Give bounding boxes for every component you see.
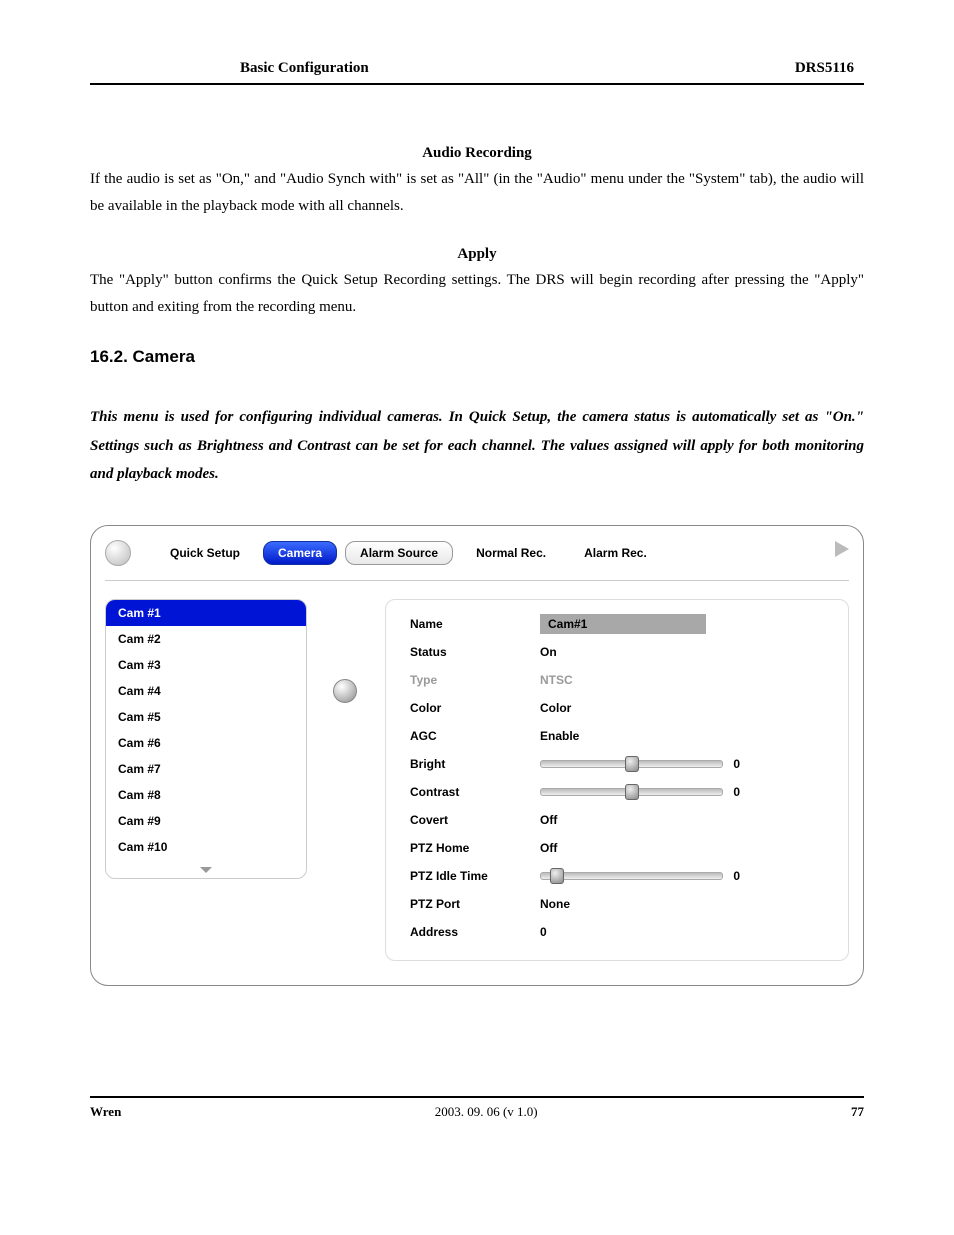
camera-list-scroll-down[interactable] xyxy=(106,860,306,878)
heading-apply: Apply xyxy=(90,246,864,263)
agc-value[interactable]: Enable xyxy=(540,729,579,743)
prop-label-contrast: Contrast xyxy=(410,785,540,799)
color-value[interactable]: Color xyxy=(540,701,571,715)
camera-list-item[interactable]: Cam #9 xyxy=(106,808,306,834)
contrast-value: 0 xyxy=(733,785,740,799)
header-right: DRS5116 xyxy=(795,60,854,77)
paragraph-apply: The "Apply" button confirms the Quick Se… xyxy=(90,267,864,321)
status-value[interactable]: On xyxy=(540,645,557,659)
bright-value: 0 xyxy=(733,757,740,771)
prop-label-ptz-port: PTZ Port xyxy=(410,897,540,911)
page-header: Basic Configuration DRS5116 xyxy=(90,60,864,85)
paragraph-audio-recording: If the audio is set as "On," and "Audio … xyxy=(90,166,864,220)
camera-list-item[interactable]: Cam #3 xyxy=(106,652,306,678)
ptz-home-value[interactable]: Off xyxy=(540,841,557,855)
camera-list-item[interactable]: Cam #6 xyxy=(106,730,306,756)
prop-label-bright: Bright xyxy=(410,757,540,771)
camera-settings-figure: Quick Setup Camera Alarm Source Normal R… xyxy=(90,525,864,986)
camera-properties-panel: Name Cam#1 Status On Type NTSC Color Col… xyxy=(385,599,849,961)
bright-slider[interactable]: 0 xyxy=(540,757,740,771)
slider-thumb-icon[interactable] xyxy=(625,784,639,800)
type-value: NTSC xyxy=(540,673,573,687)
chevron-down-icon xyxy=(200,867,212,873)
camera-list-item[interactable]: Cam #1 xyxy=(106,600,306,626)
header-left: Basic Configuration xyxy=(240,60,369,77)
nav-prev-icon[interactable] xyxy=(105,540,131,566)
prop-label-ptz-home: PTZ Home xyxy=(410,841,540,855)
tab-camera[interactable]: Camera xyxy=(263,541,337,565)
prop-label-covert: Covert xyxy=(410,813,540,827)
prop-label-status: Status xyxy=(410,645,540,659)
footer-page-number: 77 xyxy=(851,1104,864,1120)
camera-list-item[interactable]: Cam #10 xyxy=(106,834,306,860)
contrast-slider[interactable]: 0 xyxy=(540,785,740,799)
camera-list-item[interactable]: Cam #5 xyxy=(106,704,306,730)
tab-alarm-source[interactable]: Alarm Source xyxy=(345,541,453,565)
tab-alarm-rec[interactable]: Alarm Rec. xyxy=(569,541,662,565)
ptz-idle-value: 0 xyxy=(733,869,740,883)
prop-label-ptz-idle-time: PTZ Idle Time xyxy=(410,869,540,883)
prop-label-agc: AGC xyxy=(410,729,540,743)
tab-quick-setup[interactable]: Quick Setup xyxy=(155,541,255,565)
section-number-title: 16.2. Camera xyxy=(90,347,864,367)
address-value[interactable]: 0 xyxy=(540,925,547,939)
nav-next-icon[interactable] xyxy=(825,541,849,565)
camera-list-item[interactable]: Cam #2 xyxy=(106,626,306,652)
prop-label-color: Color xyxy=(410,701,540,715)
camera-list: Cam #1 Cam #2 Cam #3 Cam #4 Cam #5 Cam #… xyxy=(105,599,307,879)
tabstrip: Quick Setup Camera Alarm Source Normal R… xyxy=(105,540,849,581)
prop-label-address: Address xyxy=(410,925,540,939)
heading-audio-recording: Audio Recording xyxy=(90,145,864,162)
panel-divider xyxy=(333,599,359,703)
tab-normal-rec[interactable]: Normal Rec. xyxy=(461,541,561,565)
ptz-idle-slider[interactable]: 0 xyxy=(540,869,740,883)
footer-brand: Wren xyxy=(90,1104,121,1120)
collapse-knob-icon[interactable] xyxy=(333,679,357,703)
slider-thumb-icon[interactable] xyxy=(550,868,564,884)
footer-date-version: 2003. 09. 06 (v 1.0) xyxy=(435,1104,538,1120)
page-footer: Wren 2003. 09. 06 (v 1.0) 77 xyxy=(90,1096,864,1120)
name-field[interactable]: Cam#1 xyxy=(540,614,706,634)
prop-label-type: Type xyxy=(410,673,540,687)
ptz-port-value[interactable]: None xyxy=(540,897,570,911)
camera-list-item[interactable]: Cam #4 xyxy=(106,678,306,704)
slider-thumb-icon[interactable] xyxy=(625,756,639,772)
camera-list-item[interactable]: Cam #7 xyxy=(106,756,306,782)
camera-list-item[interactable]: Cam #8 xyxy=(106,782,306,808)
prop-label-name: Name xyxy=(410,617,540,631)
covert-value[interactable]: Off xyxy=(540,813,557,827)
camera-intro: This menu is used for configuring indivi… xyxy=(90,403,864,489)
